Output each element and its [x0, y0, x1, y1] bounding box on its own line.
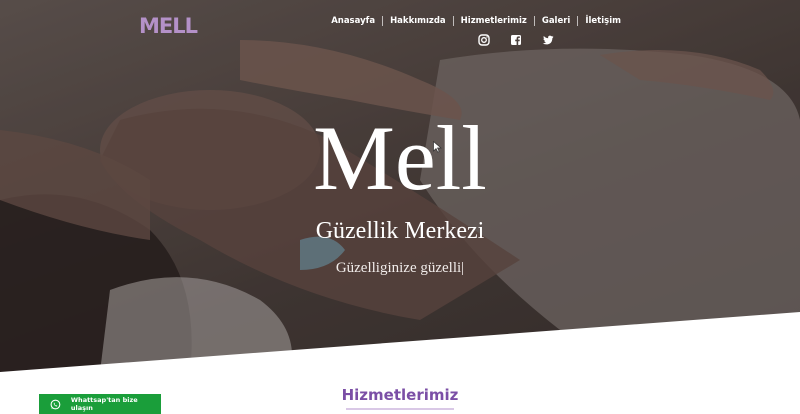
nav-item-hakkimizda[interactable]: Hakkımızda	[383, 16, 453, 26]
logo-text: MELL	[139, 14, 198, 38]
social-links	[478, 34, 554, 46]
nav-item-iletisim[interactable]: İletişim	[578, 16, 628, 26]
twitter-icon[interactable]	[542, 34, 554, 46]
whatsapp-icon	[50, 399, 61, 409]
services-heading-underline	[346, 408, 454, 410]
hero-tagline: Güzelliginize güzelli|	[335, 260, 465, 276]
nav-item-hizmetlerimiz[interactable]: Hizmetlerimiz	[454, 16, 534, 26]
hero-title: Mell	[313, 107, 487, 209]
hero-section: MELL Anasayfa Hakkımızda Hizmetlerimiz G…	[0, 0, 800, 372]
hero-subtitle: Güzellik Merkezi	[315, 218, 485, 244]
site-logo[interactable]: MELL	[139, 12, 198, 40]
nav-item-anasayfa[interactable]: Anasayfa	[324, 16, 382, 26]
main-nav: Anasayfa Hakkımızda Hizmetlerimiz Galeri…	[324, 16, 628, 26]
mouse-pointer-icon	[433, 141, 442, 153]
hero-diagonal-edge	[0, 312, 800, 372]
whatsapp-button-label: Whattsap'tan bize ulaşın	[70, 396, 138, 412]
instagram-icon[interactable]	[478, 34, 490, 46]
facebook-icon[interactable]	[510, 34, 522, 46]
nav-item-galeri[interactable]: Galeri	[535, 16, 578, 26]
whatsapp-contact-button[interactable]: Whattsap'tan bize ulaşın	[39, 394, 161, 414]
